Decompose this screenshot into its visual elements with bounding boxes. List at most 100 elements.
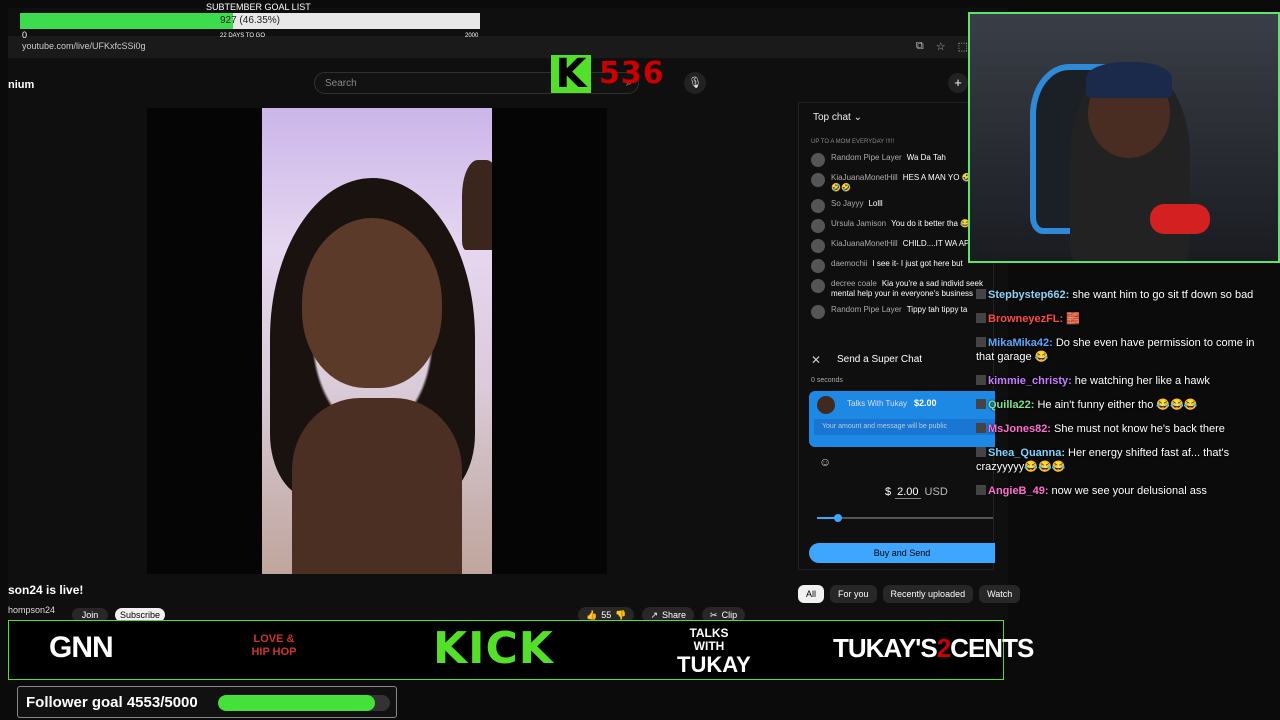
- tukays-2-cents-logo: TUKAY'S2CENTS: [833, 633, 1034, 664]
- goal-progress-text: 927 (46.35%): [219, 15, 281, 26]
- stream-screen: youtube.com/live/UFKxfcSSi0g ⧉ ☆ ⬚ nium …: [0, 0, 1280, 720]
- close-icon[interactable]: ✕: [811, 353, 821, 367]
- chat-author[interactable]: Random Pipe Layer: [831, 153, 902, 162]
- badge-icon: [976, 399, 986, 409]
- tukay-logo-small: TALKS WITH: [689, 626, 729, 653]
- amount-value[interactable]: 2.00: [895, 486, 921, 499]
- superchat-header: ✕ Send a Super Chat: [799, 349, 995, 373]
- stream-chat-author: AngieB_49:: [988, 485, 1049, 497]
- video-title: son24 is live!: [8, 583, 84, 597]
- chat-author[interactable]: Ursula Jamison: [831, 219, 886, 228]
- filter-chip[interactable]: For you: [830, 585, 877, 603]
- badge-icon: [976, 375, 986, 385]
- avatar[interactable]: [811, 199, 825, 213]
- chat-message: Random Pipe Layer Wa Da Tah: [811, 153, 991, 167]
- chat-message: Ursula Jamison You do it better tha 😂😅: [811, 219, 991, 233]
- goal-progress-bar: 927 (46.35%): [20, 13, 480, 29]
- emoji-icon[interactable]: ☺: [819, 455, 831, 469]
- background-person: [462, 160, 492, 250]
- chat-text: You do it better tha 😂😅: [891, 219, 981, 228]
- stream-chat-author: Stepbystep662:: [988, 289, 1070, 301]
- stream-chat-line: kimmie_christy: he watching her like a ha…: [976, 374, 1274, 388]
- avatar[interactable]: [811, 219, 825, 233]
- streamer-cap: [1086, 62, 1172, 98]
- avatar[interactable]: [811, 305, 825, 319]
- video-player[interactable]: [147, 108, 607, 574]
- chat-fragment-text: UP TO A MOM EVERYDAY !!!!!: [811, 139, 895, 145]
- follower-goal-widget: Follower goal 4553/5000: [17, 686, 397, 718]
- superchat-card-amount: $2.00: [914, 398, 937, 408]
- kick-viewer-count: 536: [599, 56, 665, 91]
- woman-torso: [292, 398, 462, 574]
- stream-chat-author: Shea_Quanna:: [988, 447, 1066, 459]
- stream-chat-text: 🧱: [1066, 313, 1080, 325]
- badge-icon: [976, 313, 986, 323]
- avatar[interactable]: [811, 259, 825, 273]
- youtube-header: nium Search ⌕ 🎙 +: [8, 64, 1008, 104]
- buy-and-send-button[interactable]: Buy and Send: [809, 543, 995, 563]
- channel-name[interactable]: hompson24: [8, 605, 55, 615]
- subtember-goal-widget: SUBTEMBER GOAL LIST 927 (46.35%) 0 22 DA…: [8, 0, 488, 44]
- bookmark-star-icon[interactable]: ☆: [936, 40, 946, 53]
- chat-author[interactable]: decree coale: [831, 279, 877, 288]
- slider-handle[interactable]: [834, 514, 843, 522]
- cents-logo-two: 2: [936, 633, 952, 663]
- chat-message: Random Pipe Layer Tippy tah tippy ta: [811, 305, 991, 319]
- cast-icon[interactable]: ⧉: [916, 40, 924, 53]
- gnn-logo: GNN: [49, 631, 114, 664]
- stream-chat-overlay: Stepbystep662: she want him to go sit tf …: [976, 288, 1274, 508]
- mic-icon[interactable]: 🎙: [684, 72, 706, 94]
- chat-author[interactable]: So Jayyy: [831, 199, 863, 208]
- extensions-icon[interactable]: ⬚: [958, 40, 968, 53]
- chat-text: I see it- I just got here but: [872, 259, 963, 268]
- stream-chat-author: MsJones82:: [988, 423, 1051, 435]
- chat-message: decree coale Kia you're a sad individ see…: [811, 279, 991, 299]
- browser-toolbar-icons: ⧉ ☆ ⬚: [916, 40, 968, 53]
- badge-icon: [976, 337, 986, 347]
- chat-text: Tippy tah tippy ta: [906, 305, 968, 314]
- stream-chat-line: MsJones82: She must not know he's back th…: [976, 422, 1274, 436]
- stream-chat-line: Quilla22: He ain't funny either tho 😂😂😂: [976, 398, 1274, 412]
- stream-chat-text: She must not know he's back there: [1053, 423, 1225, 435]
- avatar[interactable]: [811, 173, 825, 187]
- tukay-logo-big: TUKAY: [677, 652, 751, 677]
- amount-slider[interactable]: [817, 514, 993, 522]
- stream-chat-line: Stepbystep662: she want him to go sit tf …: [976, 288, 1274, 302]
- avatar[interactable]: [811, 153, 825, 167]
- filter-chip[interactable]: Recently uploaded: [882, 585, 974, 603]
- badge-icon: [976, 447, 986, 457]
- webcam-feed: [968, 12, 1280, 263]
- superchat-message-input[interactable]: Your amount and message will be public: [814, 419, 995, 435]
- microphone: [1150, 204, 1210, 234]
- follower-goal-fill: [218, 695, 375, 711]
- chat-message: daemochii I see it- I just got here but: [811, 259, 991, 273]
- filter-chip[interactable]: Watch: [979, 585, 1021, 603]
- chat-author[interactable]: KiaJuanaMonetHill: [831, 239, 898, 248]
- stream-chat-author: Quilla22:: [988, 399, 1035, 411]
- avatar[interactable]: [811, 239, 825, 253]
- sponsor-logos-bar: GNN LOVE & HIP HOP KICK TALKS WITH TUKAY…: [8, 620, 1034, 680]
- superchat-duration: 0 seconds: [811, 377, 843, 384]
- browser-window: youtube.com/live/UFKxfcSSi0g ⧉ ☆ ⬚ nium …: [8, 8, 1008, 623]
- stream-chat-line: AngieB_49: now we see your delusional ass: [976, 484, 1274, 498]
- badge-icon: [976, 289, 986, 299]
- amount-field[interactable]: $2.00 USD: [885, 486, 948, 499]
- search-placeholder: Search: [325, 78, 357, 89]
- goal-days-left: 22 DAYS TO GO: [220, 33, 266, 39]
- chat-mode-dropdown[interactable]: Top chat ⌄: [813, 112, 862, 123]
- chat-author[interactable]: Random Pipe Layer: [831, 305, 902, 314]
- avatar[interactable]: [811, 279, 825, 293]
- stream-chat-text: now we see your delusional ass: [1051, 485, 1207, 497]
- chat-mode-label: Top chat: [813, 112, 851, 123]
- goal-max-label: 2000: [465, 33, 479, 39]
- stream-chat-text: he watching her like a hawk: [1074, 375, 1210, 387]
- currency-code: USD: [924, 486, 948, 498]
- video-frame: [262, 108, 492, 574]
- superchat-preview-card: Talks With Tukay $2.00 Your amount and m…: [809, 391, 995, 447]
- filter-chip[interactable]: All: [798, 585, 825, 603]
- chat-author[interactable]: daemochii: [831, 259, 867, 268]
- brand-label: nium: [8, 79, 35, 91]
- chat-author[interactable]: KiaJuanaMonetHill: [831, 173, 898, 182]
- chat-text: Wa Da Tah: [906, 153, 946, 162]
- create-plus-icon[interactable]: +: [948, 73, 968, 93]
